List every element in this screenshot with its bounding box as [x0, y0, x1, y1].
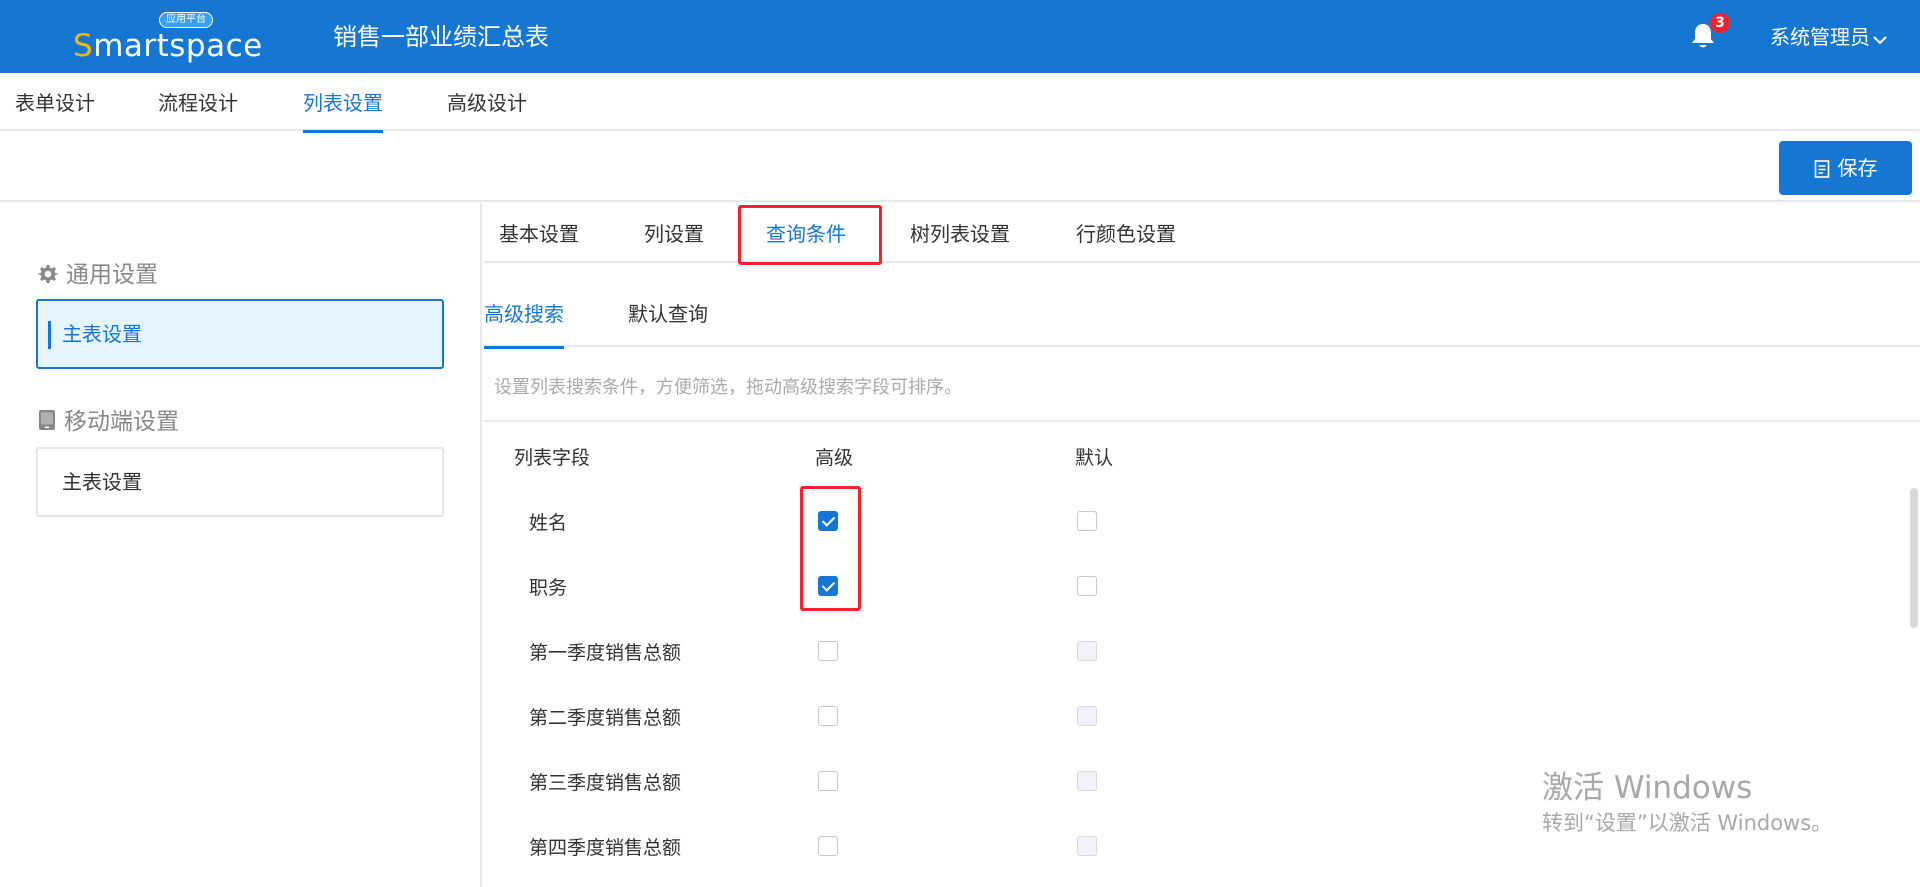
- logo-wordmark: Smartspace: [73, 28, 263, 64]
- logo-badge: 应用平台: [159, 12, 213, 28]
- column-header-field: 列表字段: [514, 447, 591, 469]
- advanced-checkbox[interactable]: [818, 706, 838, 726]
- gear-icon: [38, 265, 58, 283]
- advanced-checkbox[interactable]: [818, 836, 838, 856]
- activation-watermark: 激活 Windows 转到“设置”以激活 Windows。: [1542, 770, 1832, 838]
- default-checkbox: [1077, 771, 1097, 791]
- tab-row-color-settings[interactable]: 行颜色设置: [1076, 203, 1176, 263]
- default-checkbox[interactable]: [1077, 511, 1097, 531]
- column-header-default: 默认: [1075, 447, 1114, 469]
- tab-basic-settings[interactable]: 基本设置: [499, 203, 579, 263]
- row-field-label: 第四季度销售总额: [529, 837, 682, 859]
- sidebar-item-main-settings[interactable]: 主表设置: [36, 299, 444, 369]
- save-label: 保存: [1837, 156, 1878, 180]
- default-checkbox: [1077, 706, 1097, 726]
- toolbar: 保存: [0, 131, 1920, 202]
- tab-flow-design[interactable]: 流程设计: [158, 73, 238, 131]
- top-header: 应用平台 Smartspace 销售一部业绩汇总表 3 系统管理员: [0, 0, 1920, 73]
- tab-column-settings[interactable]: 列设置: [644, 203, 704, 263]
- default-checkbox[interactable]: [1077, 576, 1097, 596]
- advanced-checkbox[interactable]: [818, 576, 838, 596]
- user-menu[interactable]: 系统管理员: [1770, 22, 1888, 54]
- notification-badge: 3: [1710, 13, 1730, 33]
- row-field-label: 第三季度销售总额: [529, 772, 682, 794]
- column-header-advanced: 高级: [815, 447, 854, 469]
- default-checkbox: [1077, 641, 1097, 661]
- sidebar-item-mobile-main-settings[interactable]: 主表设置: [36, 447, 444, 517]
- sidebar-group-label: 通用设置: [66, 262, 158, 288]
- logo-accent: S: [73, 28, 94, 64]
- row-field-label: 第一季度销售总额: [529, 642, 682, 664]
- advanced-checkbox[interactable]: [818, 511, 838, 531]
- sidebar-group-mobile: 移动端设置: [38, 402, 179, 436]
- default-checkbox: [1077, 836, 1097, 856]
- scrollbar[interactable]: [1910, 488, 1918, 628]
- app-logo[interactable]: 应用平台 Smartspace: [73, 12, 262, 64]
- chevron-down-icon: [1872, 24, 1888, 54]
- divider: [484, 420, 1920, 422]
- hint-text: 设置列表搜索条件，方便筛选，拖动高级搜索字段可排序。: [494, 377, 962, 398]
- watermark-title: 激活 Windows: [1542, 770, 1753, 806]
- user-name: 系统管理员: [1770, 25, 1870, 49]
- save-button[interactable]: 保存: [1779, 141, 1912, 195]
- tab-advanced-design[interactable]: 高级设计: [447, 73, 527, 131]
- row-field-label: 职务: [529, 577, 568, 599]
- main-nav: 表单设计 流程设计 列表设置 高级设计: [0, 73, 1920, 133]
- sidebar-group-general: 通用设置: [38, 255, 158, 289]
- tab-tree-list-settings[interactable]: 树列表设置: [910, 203, 1010, 263]
- mobile-icon: [39, 410, 55, 430]
- watermark-subtitle: 转到“设置”以激活 Windows。: [1542, 811, 1833, 835]
- page-title: 销售一部业绩汇总表: [333, 23, 549, 51]
- tab-list-settings[interactable]: 列表设置: [303, 73, 383, 133]
- sidebar-group-label: 移动端设置: [64, 409, 179, 435]
- tab-advanced-search[interactable]: 高级搜索: [484, 283, 564, 349]
- tab-query-conditions[interactable]: 查询条件: [766, 203, 846, 263]
- row-field-label: 第二季度销售总额: [529, 707, 682, 729]
- sidebar: 通用设置 主表设置 移动端设置 主表设置: [0, 203, 482, 887]
- logo-text: martspace: [93, 28, 263, 64]
- row-field-label: 姓名: [529, 512, 568, 534]
- search-tabs: 高级搜索 默认查询: [484, 283, 1920, 349]
- tab-default-query[interactable]: 默认查询: [628, 283, 708, 347]
- advanced-checkbox[interactable]: [818, 771, 838, 791]
- settings-tabs: 基本设置 列设置 查询条件 树列表设置 行颜色设置: [484, 203, 1920, 263]
- advanced-checkbox[interactable]: [818, 641, 838, 661]
- document-icon: [1814, 160, 1829, 178]
- tab-form-design[interactable]: 表单设计: [15, 73, 95, 131]
